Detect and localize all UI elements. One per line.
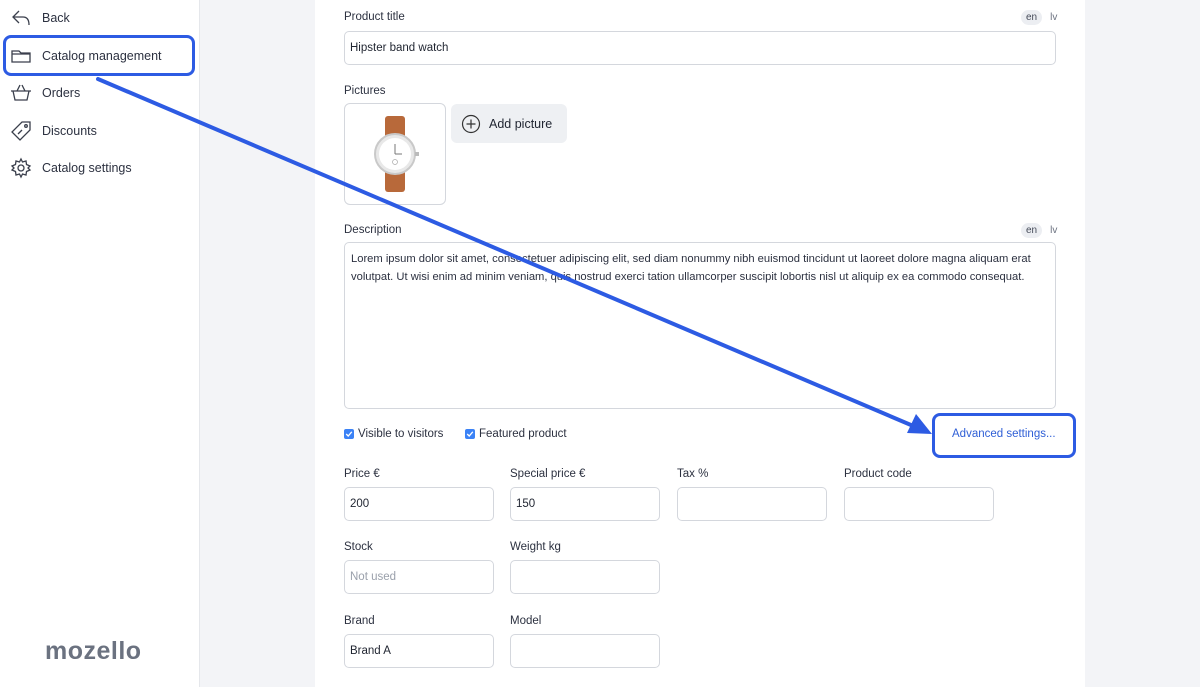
featured-product-checkbox[interactable]: Featured product xyxy=(465,428,567,440)
product-picture-thumbnail[interactable] xyxy=(344,103,446,205)
price-input[interactable]: 200 xyxy=(344,487,494,521)
special-price-input[interactable]: 150 xyxy=(510,487,660,521)
product-title-input[interactable]: Hipster band watch xyxy=(344,31,1056,65)
visible-to-visitors-label: Visible to visitors xyxy=(358,428,444,440)
sidebar-item-catalog-settings[interactable]: Catalog settings xyxy=(10,151,190,185)
watch-image xyxy=(374,116,419,192)
visible-to-visitors-checkbox[interactable]: Visible to visitors xyxy=(344,428,443,440)
featured-product-label: Featured product xyxy=(479,428,567,440)
sidebar-item-label: Catalog settings xyxy=(42,161,132,175)
checkbox-checked-icon xyxy=(344,429,354,439)
model-input[interactable] xyxy=(510,634,660,668)
brand-input[interactable]: Brand A xyxy=(344,634,494,668)
product-title-language-switch: en lv xyxy=(1021,10,1057,25)
product-code-label: Product code xyxy=(844,468,912,480)
sidebar-item-orders[interactable]: Orders xyxy=(10,76,190,110)
model-label: Model xyxy=(510,615,542,627)
description-textarea[interactable]: Lorem ipsum dolor sit amet, consectetuer… xyxy=(344,242,1056,409)
lang-en-tab[interactable]: en xyxy=(1021,10,1043,25)
back-arrow-icon xyxy=(10,7,32,29)
basket-icon xyxy=(10,82,32,104)
checkbox-checked-icon xyxy=(465,429,475,439)
lang-en-tab[interactable]: en xyxy=(1021,223,1043,238)
product-code-input[interactable] xyxy=(844,487,994,521)
weight-label: Weight kg xyxy=(510,541,561,553)
description-language-switch: en lv xyxy=(1021,223,1057,238)
lang-lv-tab[interactable]: lv xyxy=(1050,225,1057,236)
add-picture-button[interactable]: Add picture xyxy=(451,104,567,143)
stock-label: Stock xyxy=(344,541,373,553)
sidebar-item-label: Orders xyxy=(42,86,81,100)
stock-input[interactable]: Not used xyxy=(344,560,494,594)
tax-label: Tax % xyxy=(677,468,709,480)
sidebar-item-back[interactable]: Back xyxy=(10,1,190,35)
product-form: Product title en lv Hipster band watch P… xyxy=(315,0,1085,687)
gear-icon xyxy=(10,157,32,179)
tag-icon xyxy=(10,120,32,142)
sidebar-item-discounts[interactable]: Discounts xyxy=(10,114,190,148)
tax-input[interactable] xyxy=(677,487,827,521)
sidebar-item-label: Discounts xyxy=(42,124,97,138)
product-title-label: Product title xyxy=(344,11,405,23)
special-price-label: Special price € xyxy=(510,468,586,480)
pictures-label: Pictures xyxy=(344,85,386,97)
advanced-settings-highlight xyxy=(932,413,1076,458)
mozello-logo: mozello xyxy=(45,637,142,665)
catalog-management-highlight xyxy=(3,35,195,76)
description-label: Description xyxy=(344,224,402,236)
lang-lv-tab[interactable]: lv xyxy=(1050,12,1057,23)
weight-input[interactable] xyxy=(510,560,660,594)
sidebar: Back Catalog management Orders Discounts… xyxy=(0,0,200,687)
brand-label: Brand xyxy=(344,615,375,627)
plus-circle-icon xyxy=(461,114,481,133)
add-picture-label: Add picture xyxy=(489,116,553,131)
price-label: Price € xyxy=(344,468,380,480)
sidebar-item-label: Back xyxy=(42,11,70,25)
